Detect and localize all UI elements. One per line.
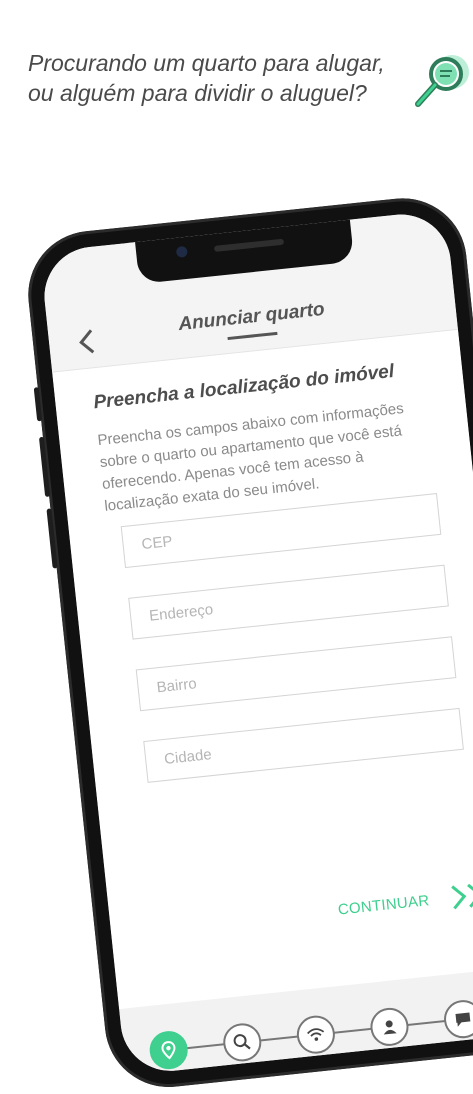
cidade-input[interactable]: Cidade	[143, 707, 464, 783]
chat-bubble-icon	[455, 1012, 471, 1027]
form-content: Preencha a localização do imóvel Preench…	[52, 329, 473, 1010]
continue-label: CONTINUAR	[337, 891, 431, 919]
title-underline	[227, 331, 278, 341]
headline: Procurando um quarto para alugar, ou alg…	[28, 48, 428, 108]
continue-button[interactable]: CONTINUAR	[336, 880, 473, 924]
step-chat[interactable]	[442, 998, 473, 1041]
bairro-input[interactable]: Bairro	[135, 636, 457, 712]
endereco-placeholder: Endereço	[148, 601, 214, 625]
phone-mute-button	[33, 387, 43, 422]
headline-line-1: Procurando um quarto para alugar,	[28, 50, 385, 76]
search-icon	[233, 1034, 251, 1050]
wifi-icon	[307, 1028, 325, 1041]
phone-screen: Anunciar quarto Preencha a localização d…	[39, 209, 473, 1076]
location-pin-icon	[161, 1041, 176, 1060]
step-search[interactable]	[221, 1021, 264, 1064]
cep-placeholder: CEP	[140, 532, 174, 554]
front-camera	[175, 245, 188, 258]
cidade-placeholder: Cidade	[163, 746, 213, 768]
earpiece-speaker	[213, 238, 285, 252]
headline-line-2: ou alguém para dividir o aluguel?	[28, 80, 367, 106]
step-location[interactable]	[147, 1029, 190, 1071]
phone-volume-up-button	[38, 436, 51, 497]
phone-frame: Anunciar quarto Preencha a localização d…	[22, 192, 473, 1094]
double-chevron-right-icon	[451, 883, 473, 910]
bairro-placeholder: Bairro	[155, 675, 198, 697]
step-amenities[interactable]	[295, 1013, 337, 1056]
step-profile[interactable]	[368, 1006, 411, 1048]
person-icon	[383, 1020, 397, 1035]
phone-volume-down-button	[46, 508, 58, 569]
magnifier-icon	[415, 55, 469, 107]
endereco-input[interactable]: Endereço	[128, 564, 449, 640]
phone-mockup: Anunciar quarto Preencha a localização d…	[22, 189, 473, 1094]
